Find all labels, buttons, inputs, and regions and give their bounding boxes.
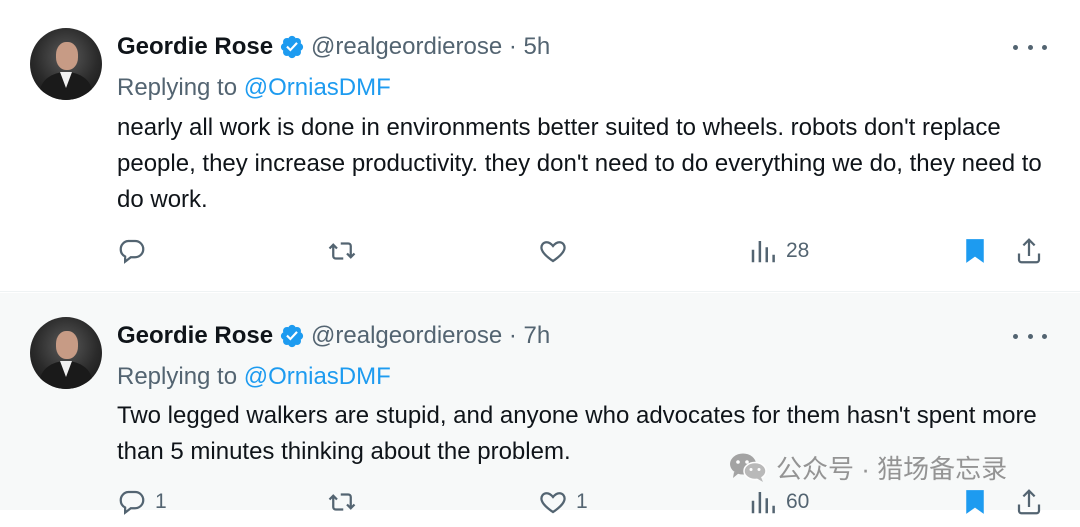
author-name[interactable]: Geordie Rose [117,33,273,61]
reply-button[interactable] [117,236,147,266]
replying-to-mention[interactable]: @OrniasDMF [244,363,391,390]
like-count: 1 [576,490,588,513]
views-icon [751,492,775,514]
views-button[interactable]: 28 [748,236,809,266]
replying-to: Replying to @OrniasDMF [117,363,391,391]
avatar[interactable] [30,317,102,389]
retweet-button[interactable] [327,487,357,517]
views-count: 60 [786,490,810,513]
avatar[interactable] [30,28,102,100]
wechat-icon [730,453,767,482]
bookmark-icon [966,239,984,263]
share-icon [1017,489,1041,515]
verified-badge-icon [280,324,304,348]
bookmark-button[interactable] [960,487,990,517]
replying-to: Replying to @OrniasDMF [117,74,391,102]
retweet-icon [328,242,356,260]
tweet-text: nearly all work is done in environments … [117,114,1042,213]
watermark: 公众号 · 猎场备忘录 [728,450,1007,484]
replying-prefix: Replying to [117,363,238,390]
like-button[interactable] [538,236,568,266]
bookmark-icon [966,490,984,514]
tweet-actions: 1 1 60 [0,487,1080,527]
tweet-header: Geordie Rose @realgeordierose · 7h [117,321,550,351]
bookmark-button[interactable] [960,236,990,266]
tweet-1[interactable]: Geordie Rose @realgeordierose · 5h Reply… [0,0,1080,292]
views-icon [751,241,775,263]
watermark-text: 公众号 · 猎场备忘录 [776,453,1008,484]
retweet-button[interactable] [327,236,357,266]
replying-to-mention[interactable]: @OrniasDMF [244,74,391,101]
replying-prefix: Replying to [117,74,238,101]
reply-button[interactable]: 1 [117,487,167,517]
like-icon [540,492,566,514]
author-handle-time[interactable]: @realgeordierose · 7h [311,322,550,350]
author-name[interactable]: Geordie Rose [117,322,273,350]
tweet-header: Geordie Rose @realgeordierose · 5h [117,32,550,62]
author-handle-time[interactable]: @realgeordierose · 5h [311,33,550,61]
retweet-icon [328,493,356,511]
views-button[interactable]: 60 [748,487,809,517]
share-button[interactable] [1014,487,1044,517]
more-icon[interactable] [1013,331,1047,341]
views-count: 28 [786,239,810,262]
share-button[interactable] [1014,236,1044,266]
share-icon [1017,238,1041,264]
reply-icon [119,490,145,515]
reply-icon [119,239,145,264]
verified-badge-icon [280,35,304,59]
reply-count: 1 [155,490,167,513]
tweet-actions: 28 [0,236,1080,276]
like-icon [540,241,566,263]
more-icon[interactable] [1013,42,1047,52]
like-button[interactable]: 1 [538,487,588,517]
